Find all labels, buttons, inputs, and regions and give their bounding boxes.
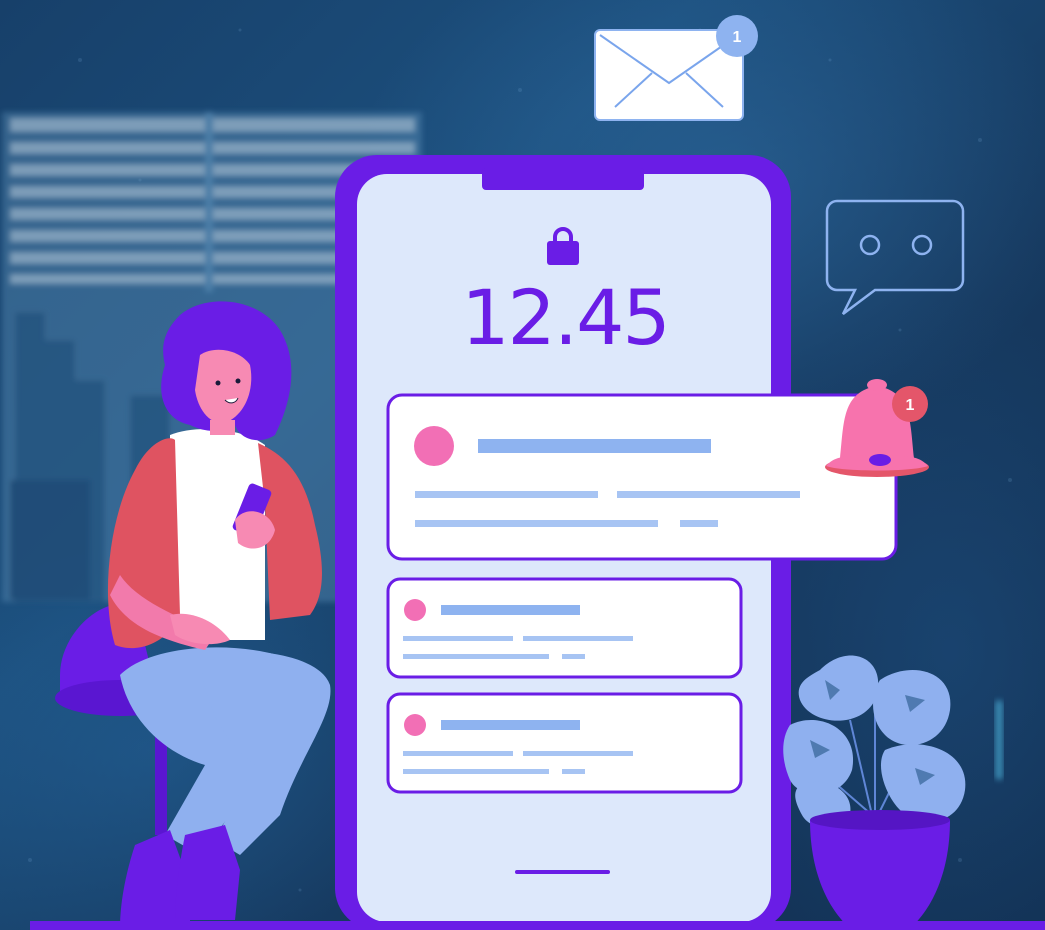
notification-card-small-1	[386, 577, 743, 679]
chat-bubble-icon	[825, 199, 965, 315]
illustration-scene: 12.45 1 1	[0, 0, 1045, 930]
bell-badge-count: 1	[906, 397, 915, 414]
notification-card-large	[386, 393, 898, 561]
bell-icon: 1	[825, 379, 929, 477]
floor-line	[30, 921, 1045, 930]
mail-badge-count: 1	[733, 29, 742, 46]
lock-screen-clock: 12.45	[461, 273, 671, 362]
woman-with-phone	[55, 301, 331, 927]
mail-icon: 1	[594, 15, 758, 121]
potted-plant	[783, 655, 966, 930]
home-indicator	[515, 870, 610, 874]
notification-card-small-2	[386, 692, 743, 794]
lock-icon	[547, 227, 579, 265]
